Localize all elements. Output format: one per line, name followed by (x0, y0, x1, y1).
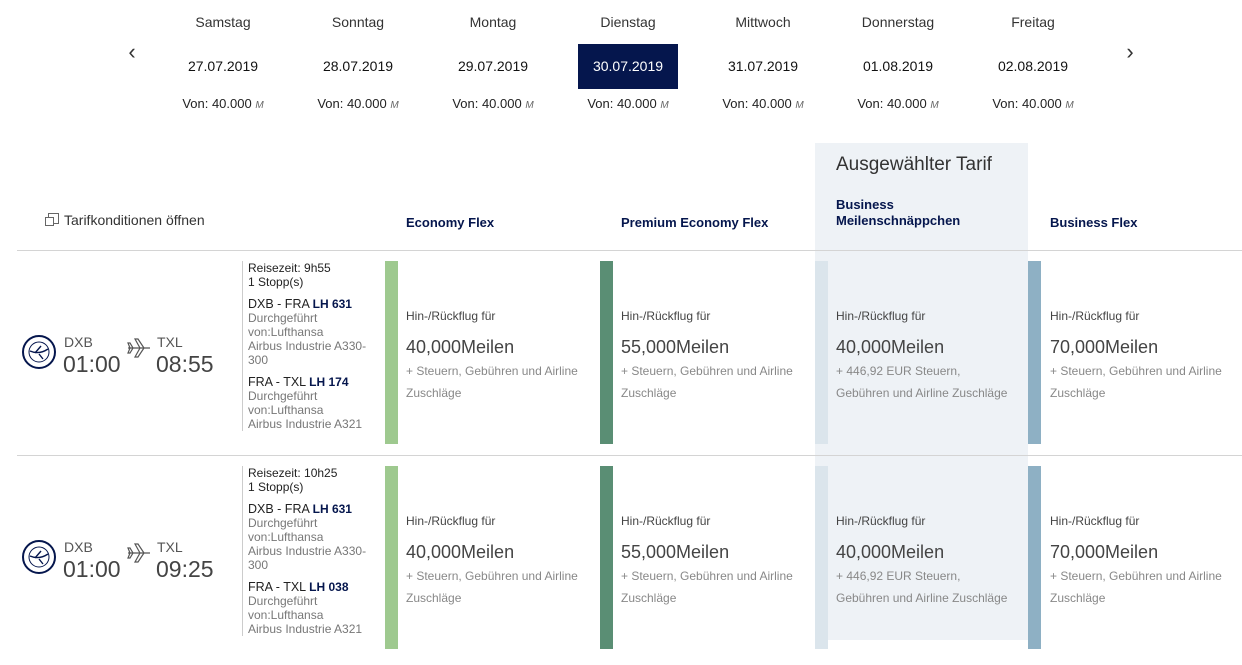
fare-cell-business-saver[interactable]: Hin-/Rückflug für 40,000Meilen + 446,92 … (836, 514, 1016, 609)
price-label: Von: 40.000 M (587, 96, 669, 111)
fare-bar-business-saver[interactable] (815, 261, 828, 444)
date-option[interactable]: Freitag 02.08.2019 Von: 40.000 M (983, 0, 1083, 120)
selected-fare-title: Ausgewählter Tarif (836, 154, 992, 175)
fare-bar-premium-economy-flex[interactable] (600, 466, 613, 649)
date-option[interactable]: Donnerstag 01.08.2019 Von: 40.000 M (848, 0, 948, 120)
weekday-label: Freitag (1011, 14, 1055, 30)
date-option-selected[interactable]: Dienstag 30.07.2019 Von: 40.000 M (578, 0, 678, 120)
fare-cell-premium-economy-flex[interactable]: Hin-/Rückflug für 55,000Meilen + Steuern… (621, 514, 821, 609)
fare-bar-business-flex[interactable] (1028, 261, 1041, 444)
fare-bar-economy-flex[interactable] (385, 261, 398, 444)
price-label: Von: 40.000 M (452, 96, 534, 111)
fare-cell-business-saver[interactable]: Hin-/Rückflug für 40,000Meilen + 446,92 … (836, 309, 1016, 404)
flight-number[interactable]: LH 174 (309, 375, 348, 389)
fare-header-business-flex: Business Flex (1050, 215, 1138, 230)
fare-bar-premium-economy-flex[interactable] (600, 261, 613, 444)
destination-code: TXL (157, 334, 183, 350)
flight-number[interactable]: LH 631 (313, 502, 352, 516)
flight-number[interactable]: LH 631 (313, 297, 352, 311)
fare-cell-economy-flex[interactable]: Hin-/Rückflug für 40,000Meilen + Steuern… (406, 309, 606, 404)
weekday-label: Montag (469, 14, 517, 30)
weekday-label: Sonntag (331, 14, 385, 30)
lufthansa-logo-icon (22, 335, 56, 369)
weekday-label: Samstag (195, 14, 251, 30)
airplane-icon (126, 337, 152, 364)
flight-row: DXB 01:00 TXL 08:55 Reisezeit: 9h55 1 St… (0, 255, 1242, 460)
fare-cell-economy-flex[interactable]: Hin-/Rückflug für 40,000Meilen + Steuern… (406, 514, 606, 609)
date-label: 02.08.2019 (997, 58, 1069, 74)
flight-number[interactable]: LH 038 (309, 580, 348, 594)
departure-time: 01:00 (63, 556, 121, 582)
date-option[interactable]: Samstag 27.07.2019 Von: 40.000 M (173, 0, 273, 120)
price-label: Von: 40.000 M (857, 96, 939, 111)
date-label: 29.07.2019 (457, 58, 529, 74)
price-label: Von: 40.000 M (182, 96, 264, 111)
date-label: 01.08.2019 (862, 58, 934, 74)
date-label: 28.07.2019 (322, 58, 394, 74)
fare-cell-business-flex[interactable]: Hin-/Rückflug für 70,000Meilen + Steuern… (1050, 514, 1230, 609)
fare-conditions-link[interactable]: Tarifkonditionen öffnen (45, 212, 205, 228)
price-label: Von: 40.000 M (317, 96, 399, 111)
price-label: Von: 40.000 M (722, 96, 804, 111)
date-label: 31.07.2019 (727, 58, 799, 74)
destination-code: TXL (157, 539, 183, 555)
date-label: 30.07.2019 (578, 44, 678, 89)
flight-details: Reisezeit: 9h55 1 Stopp(s) DXB - FRA LH … (242, 261, 373, 431)
next-date-arrow[interactable]: › (1120, 40, 1140, 64)
fare-header-premium-economy-flex: Premium Economy Flex (621, 215, 769, 230)
weekday-label: Mittwoch (735, 14, 791, 30)
prev-date-arrow[interactable]: ‹ (122, 40, 142, 64)
fare-bar-business-flex[interactable] (1028, 466, 1041, 649)
lufthansa-logo-icon (22, 540, 56, 574)
fare-cell-premium-economy-flex[interactable]: Hin-/Rückflug für 55,000Meilen + Steuern… (621, 309, 821, 404)
origin-code: DXB (64, 539, 93, 555)
departure-time: 01:00 (63, 351, 121, 377)
fare-header-economy-flex: Economy Flex (406, 215, 495, 230)
arrival-time: 08:55 (156, 351, 214, 377)
origin-code: DXB (64, 334, 93, 350)
date-option[interactable]: Mittwoch 31.07.2019 Von: 40.000 M (713, 0, 813, 120)
fare-cell-business-flex[interactable]: Hin-/Rückflug für 70,000Meilen + Steuern… (1050, 309, 1230, 404)
date-option[interactable]: Montag 29.07.2019 Von: 40.000 M (443, 0, 543, 120)
price-label: Von: 40.000 M (992, 96, 1074, 111)
weekday-label: Dienstag (600, 14, 656, 30)
arrival-time: 09:25 (156, 556, 214, 582)
fare-bar-economy-flex[interactable] (385, 466, 398, 649)
flight-row: DXB 01:00 TXL 09:25 Reisezeit: 10h25 1 S… (0, 460, 1242, 665)
external-window-icon (45, 213, 59, 226)
fare-bar-business-saver[interactable] (815, 466, 828, 649)
airplane-icon (126, 542, 152, 569)
weekday-label: Donnerstag (861, 14, 935, 30)
date-option[interactable]: Sonntag 28.07.2019 Von: 40.000 M (308, 0, 408, 120)
fare-header-business-saver: Business Meilenschnäppchen (836, 197, 961, 228)
date-label: 27.07.2019 (187, 58, 259, 74)
flight-details: Reisezeit: 10h25 1 Stopp(s) DXB - FRA LH… (242, 466, 373, 636)
divider (17, 250, 1242, 251)
